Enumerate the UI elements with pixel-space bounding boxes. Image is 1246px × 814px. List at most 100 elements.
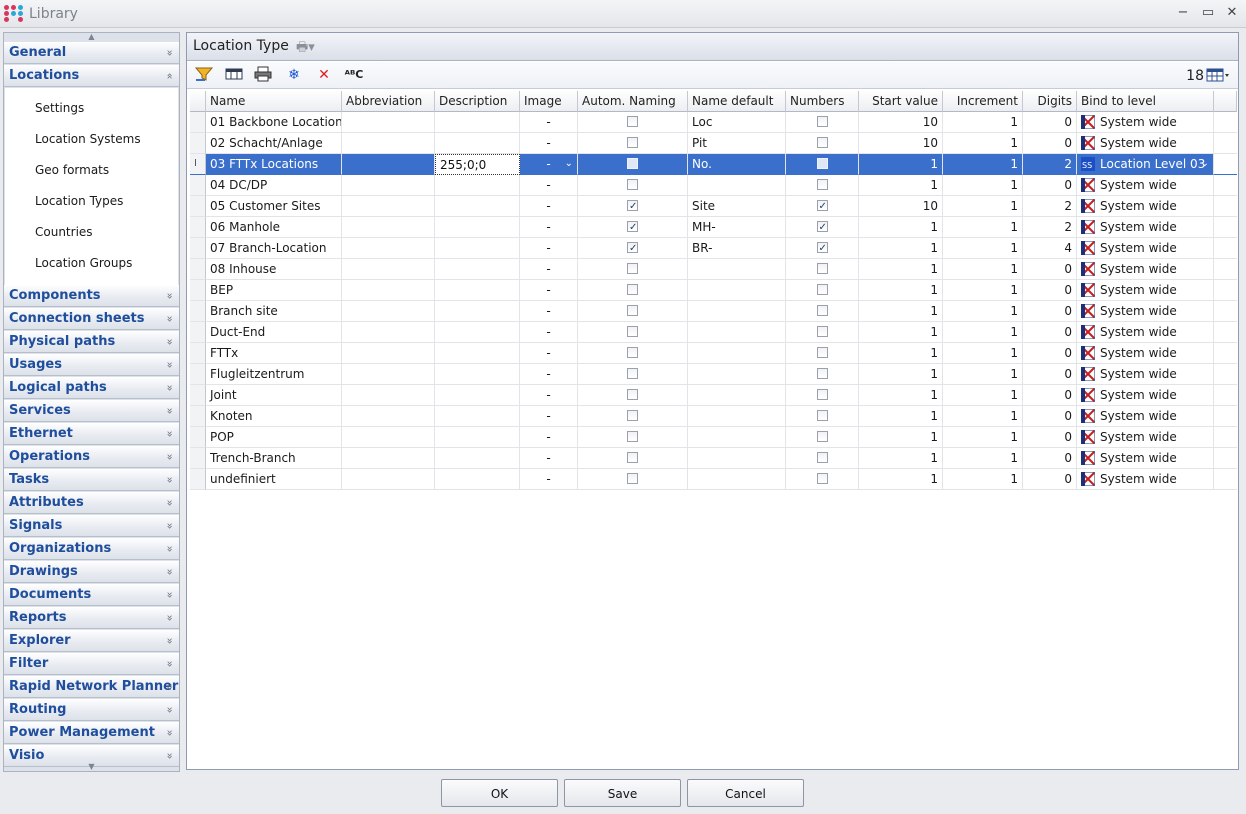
cell-desc[interactable] (435, 448, 520, 469)
cell-default[interactable] (688, 322, 786, 343)
numbers-checkbox[interactable] (816, 410, 828, 421)
cell-inc[interactable]: 1 (943, 196, 1023, 217)
row-indicator[interactable] (190, 469, 206, 490)
cell-image[interactable]: - (520, 175, 578, 196)
print-icon[interactable] (253, 66, 273, 84)
sidebar-group-documents[interactable]: Documents » (4, 584, 179, 606)
cell-desc[interactable] (435, 217, 520, 238)
row-indicator[interactable] (190, 301, 206, 322)
cell-inc[interactable]: 1 (943, 343, 1023, 364)
sidebar-item-geo-formats[interactable]: Geo formats (35, 163, 109, 177)
delete-icon[interactable]: ✕ (314, 66, 334, 84)
cell-autom-naming[interactable] (578, 238, 688, 259)
cell-name[interactable]: Branch site (206, 301, 342, 322)
cell-digits[interactable]: 0 (1023, 175, 1077, 196)
cell-image[interactable]: - (520, 238, 578, 259)
numbers-checkbox[interactable] (816, 347, 828, 358)
cell-name[interactable]: BEP (206, 280, 342, 301)
cell-default[interactable] (688, 385, 786, 406)
row-indicator[interactable] (190, 175, 206, 196)
cell-inc[interactable]: 1 (943, 322, 1023, 343)
cell-bind-to-level[interactable]: System wide (1077, 385, 1214, 406)
autom-naming-checkbox[interactable] (627, 116, 638, 127)
numbers-checkbox[interactable] (816, 431, 828, 442)
cell-name[interactable]: Flugleitzentrum (206, 364, 342, 385)
cell-numbers[interactable] (786, 175, 859, 196)
cell-numbers[interactable] (786, 448, 859, 469)
cell-inc[interactable]: 1 (943, 364, 1023, 385)
column-header-abbr[interactable]: Abbreviation (342, 91, 435, 112)
row-indicator[interactable] (190, 448, 206, 469)
cell-numbers[interactable] (786, 427, 859, 448)
cell-numbers[interactable] (786, 280, 859, 301)
cell-autom-naming[interactable] (578, 343, 688, 364)
cell-bind-to-level[interactable]: System wide (1077, 238, 1214, 259)
autom-naming-checkbox[interactable] (627, 368, 638, 379)
cell-digits[interactable]: 0 (1023, 133, 1077, 154)
sidebar-group-usages[interactable]: Usages » (4, 354, 179, 376)
cell-desc[interactable] (435, 469, 520, 490)
sidebar-item-countries[interactable]: Countries (35, 225, 93, 239)
cell-desc[interactable] (435, 238, 520, 259)
row-indicator[interactable] (190, 343, 206, 364)
sidebar-group-logical-paths[interactable]: Logical paths » (4, 377, 179, 399)
cell-name[interactable]: Joint (206, 385, 342, 406)
row-indicator[interactable] (190, 133, 206, 154)
cell-digits[interactable]: 0 (1023, 259, 1077, 280)
sidebar-group-ethernet[interactable]: Ethernet » (4, 423, 179, 445)
cell-abbr[interactable] (342, 385, 435, 406)
cell-image[interactable]: - (520, 217, 578, 238)
cell-abbr[interactable] (342, 322, 435, 343)
cell-abbr[interactable] (342, 154, 435, 175)
cell-desc[interactable] (435, 259, 520, 280)
cell-digits[interactable]: 2 (1023, 217, 1077, 238)
cell-autom-naming[interactable] (578, 112, 688, 133)
cancel-button[interactable]: Cancel (687, 779, 804, 807)
cell-default[interactable] (688, 301, 786, 322)
sidebar-group-explorer[interactable]: Explorer » (4, 630, 179, 652)
cell-image[interactable]: - (520, 322, 578, 343)
cell-name[interactable]: Knoten (206, 406, 342, 427)
cell-image[interactable]: - (520, 343, 578, 364)
column-header-image[interactable]: Image (520, 91, 578, 112)
cell-abbr[interactable] (342, 175, 435, 196)
cell-start[interactable]: 1 (859, 259, 943, 280)
cell-numbers[interactable] (786, 385, 859, 406)
cell-desc[interactable] (435, 280, 520, 301)
cell-default[interactable] (688, 427, 786, 448)
save-button[interactable]: Save (564, 779, 681, 807)
cell-autom-naming[interactable] (578, 406, 688, 427)
cell-digits[interactable]: 0 (1023, 343, 1077, 364)
cell-start[interactable]: 1 (859, 154, 943, 175)
sidebar-item-settings[interactable]: Settings (35, 101, 84, 115)
cell-digits[interactable]: 0 (1023, 469, 1077, 490)
cell-default[interactable]: Loc (688, 112, 786, 133)
cell-bind-to-level[interactable]: System wide (1077, 175, 1214, 196)
autom-naming-checkbox[interactable] (627, 452, 638, 463)
autom-naming-checkbox[interactable] (627, 218, 638, 237)
cell-autom-naming[interactable] (578, 217, 688, 238)
cell-abbr[interactable] (342, 238, 435, 259)
sidebar-group-components[interactable]: Components » (4, 285, 179, 307)
cell-numbers[interactable] (786, 133, 859, 154)
cell-inc[interactable]: 1 (943, 301, 1023, 322)
cell-numbers[interactable] (786, 301, 859, 322)
column-header-inc[interactable]: Increment (943, 91, 1023, 112)
cell-default[interactable]: Site (688, 196, 786, 217)
cell-desc[interactable] (435, 406, 520, 427)
cell-image[interactable]: - (520, 133, 578, 154)
table-layout-icon[interactable] (224, 66, 244, 84)
row-indicator[interactable] (190, 322, 206, 343)
cell-numbers[interactable] (786, 238, 859, 259)
sidebar-group-general[interactable]: General » (4, 42, 179, 64)
cell-abbr[interactable] (342, 364, 435, 385)
cell-inc[interactable]: 1 (943, 469, 1023, 490)
cell-digits[interactable]: 0 (1023, 385, 1077, 406)
cell-abbr[interactable] (342, 112, 435, 133)
row-indicator[interactable] (190, 112, 206, 133)
cell-start[interactable]: 1 (859, 280, 943, 301)
cell-autom-naming[interactable] (578, 385, 688, 406)
cell-inc[interactable]: 1 (943, 406, 1023, 427)
cell-start[interactable]: 1 (859, 343, 943, 364)
cell-inc[interactable]: 1 (943, 133, 1023, 154)
